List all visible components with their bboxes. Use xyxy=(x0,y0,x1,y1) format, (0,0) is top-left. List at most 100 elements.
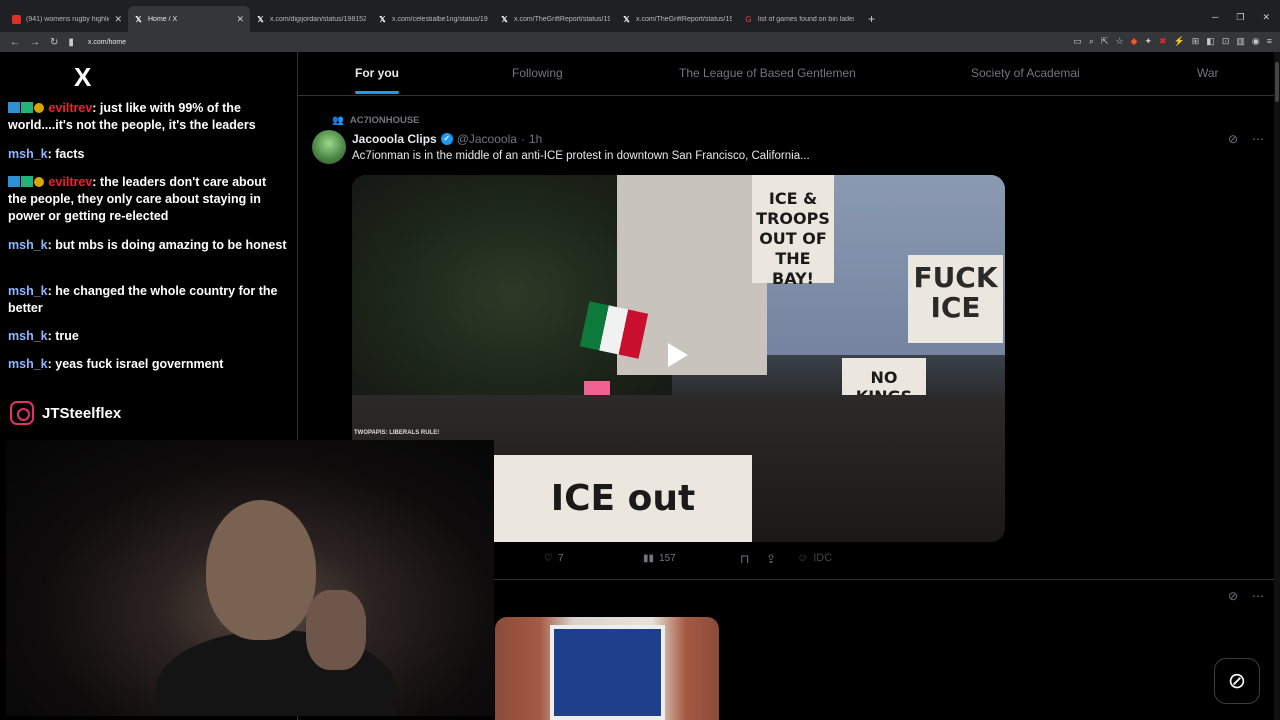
browser-tab-youtube[interactable]: (941) womens rugby highlights - You ✕ xyxy=(6,6,128,32)
x-icon: 𝕏 xyxy=(501,14,508,24)
verified-icon: ✓ xyxy=(440,133,453,145)
views-button[interactable]: ▮▮ 157 xyxy=(643,553,676,564)
chat-message: msh_k: but mbs is doing amazing to be ho… xyxy=(8,237,288,254)
tab-for-you[interactable]: For you xyxy=(355,66,399,94)
browser-tab-x-status[interactable]: 𝕏x.com/TheGriftReport/status/198131 xyxy=(616,6,738,32)
extension-icon[interactable]: ✖ xyxy=(1159,36,1167,47)
x-icon: 𝕏 xyxy=(623,14,630,24)
chat-username: msh_k xyxy=(8,284,48,298)
x-icon: 𝕏 xyxy=(379,14,386,24)
extension-icon[interactable]: ⊡ xyxy=(1222,36,1230,47)
tab-title: x.com/celestialbe1ng/status/198090 xyxy=(392,15,488,23)
reload-icon[interactable]: ↻ xyxy=(50,37,58,48)
maximize-icon[interactable]: ❐ xyxy=(1236,12,1244,23)
like-count: 7 xyxy=(557,553,564,564)
extension-icon[interactable]: ◧ xyxy=(1206,36,1215,47)
instagram-name: JTSteelflex xyxy=(42,404,122,422)
streamer-hand xyxy=(306,590,366,670)
brave-icon[interactable]: ◆ xyxy=(1131,36,1138,47)
reposted-by[interactable]: AC7IONHOUSE xyxy=(350,115,420,126)
view-count: 157 xyxy=(659,553,676,564)
star-icon[interactable]: ☆ xyxy=(1115,36,1123,47)
extensions-bar: ▭ ⌕ ⇱ ☆ ◆ ✦ ✖ ⚡ ⊞ ◧ ⊡ ▥ ◉ ≡ xyxy=(1073,36,1272,47)
sidebar-icon[interactable]: ▥ xyxy=(1236,36,1245,47)
extension-icon[interactable]: ⊞ xyxy=(1192,36,1200,47)
badge-icon xyxy=(21,176,33,187)
share-icon[interactable]: ⇪ xyxy=(766,552,776,566)
protest-banner: ICE out xyxy=(494,455,752,542)
grok-icon[interactable]: ⊘ xyxy=(1228,132,1238,146)
x-logo-icon[interactable]: X xyxy=(74,62,91,93)
close-icon[interactable]: ✕ xyxy=(114,14,122,25)
badge-icon xyxy=(21,102,33,113)
back-icon[interactable]: ← xyxy=(10,37,20,48)
more-icon[interactable]: ⋯ xyxy=(1252,132,1264,146)
more-icon[interactable]: ⋯ xyxy=(1252,589,1264,603)
chat-message: msh_k: yeas fuck israel government xyxy=(8,356,288,373)
browser-tab-google[interactable]: Glist of games found on bin ladens co xyxy=(738,6,860,32)
like-button[interactable]: ♡ 7 xyxy=(544,553,564,564)
post-author: Jacooola Clips ✓ @Jacooola · 1h xyxy=(352,132,542,146)
zoom-icon[interactable]: ⌕ xyxy=(1089,36,1094,47)
dot-separator: · xyxy=(520,132,525,146)
browser-tab-x-status[interactable]: 𝕏x.com/celestialbe1ng/status/198090 xyxy=(372,6,494,32)
chat-text: : the leaders don't care about the peopl… xyxy=(8,175,267,223)
window-controls: ─ ❐ ✕ xyxy=(1212,12,1270,23)
grok-icon[interactable]: ⊘ xyxy=(1228,589,1238,603)
scrollbar-thumb[interactable] xyxy=(1275,62,1279,102)
author-name[interactable]: Jacooola Clips xyxy=(352,132,437,146)
cast-icon[interactable]: ▭ xyxy=(1073,36,1082,47)
tab-title: list of games found on bin ladens co xyxy=(758,15,854,23)
tab-following[interactable]: Following xyxy=(512,66,563,80)
profile-icon[interactable]: ◉ xyxy=(1252,36,1260,47)
forward-icon[interactable]: → xyxy=(30,37,40,48)
extension-icon[interactable]: ✦ xyxy=(1144,36,1152,47)
chat-message: eviltrev: just like with 99% of the worl… xyxy=(8,100,288,134)
chat-username: msh_k xyxy=(8,329,48,343)
extension-icon[interactable]: ⚡ xyxy=(1174,36,1185,47)
grok-icon: ⊘ xyxy=(1227,668,1247,693)
play-icon[interactable] xyxy=(668,343,688,367)
chat-username: msh_k xyxy=(8,147,48,161)
post-text[interactable]: Ac7ionman is in the middle of an anti-IC… xyxy=(352,150,810,162)
close-window-icon[interactable]: ✕ xyxy=(1262,12,1270,23)
minimize-icon[interactable]: ─ xyxy=(1212,12,1218,23)
post-top-actions: ⊘ ⋯ xyxy=(1228,589,1264,603)
chat-text: : he changed the whole country for the b… xyxy=(8,284,278,315)
chat-message: eviltrev: the leaders don't care about t… xyxy=(8,174,288,225)
heart-icon: ♡ xyxy=(544,553,553,564)
streamer-head xyxy=(206,500,316,640)
chat-username: eviltrev xyxy=(48,101,93,115)
url-field[interactable]: x.com/home xyxy=(88,39,126,46)
bookmark-icon[interactable]: ▮ xyxy=(68,37,74,48)
avatar[interactable] xyxy=(312,130,346,164)
browser-tab-x-home[interactable]: 𝕏 Home / X ✕ xyxy=(128,6,250,32)
feed-tabs: For you Following The League of Based Ge… xyxy=(298,52,1280,96)
chat-text: : but mbs is doing amazing to be honest xyxy=(47,238,287,252)
new-tab-button[interactable]: + xyxy=(868,12,875,26)
share-icon[interactable]: ⇱ xyxy=(1101,36,1109,47)
menu-icon[interactable]: ≡ xyxy=(1267,36,1272,47)
chat-text: : true xyxy=(47,329,79,343)
browser-tab-x-status[interactable]: 𝕏x.com/TheGriftReport/status/198131 xyxy=(494,6,616,32)
chat-text: : just like with 99% of the world....it'… xyxy=(8,101,256,132)
chat-text: : yeas fuck israel government xyxy=(47,357,224,371)
bookmark-icon[interactable]: ⊓ xyxy=(740,552,749,566)
browser-tab-x-status[interactable]: 𝕏x.com/digijordan/status/1981523310 xyxy=(250,6,372,32)
scrollbar[interactable] xyxy=(1274,52,1280,720)
grok-button[interactable]: ⊘ xyxy=(1214,658,1260,704)
tab-war[interactable]: War xyxy=(1197,66,1219,80)
idc-label: IDC xyxy=(813,552,833,564)
post-top-actions: ⊘ ⋯ xyxy=(1228,132,1264,146)
close-icon[interactable]: ✕ xyxy=(236,14,244,25)
repost-indicator: 👥 AC7IONHOUSE xyxy=(332,115,420,126)
author-handle[interactable]: @Jacooola xyxy=(457,132,517,146)
post-time[interactable]: 1h xyxy=(529,132,542,146)
tab-league-of-based-gentlemen[interactable]: The League of Based Gentlemen xyxy=(679,66,856,80)
post-image[interactable] xyxy=(495,617,719,720)
instagram-icon xyxy=(10,401,34,425)
idc-link[interactable]: ☺ IDC xyxy=(797,552,832,564)
tab-title: (941) womens rugby highlights - You xyxy=(26,15,109,23)
tab-society-of-academai[interactable]: Society of Academai xyxy=(971,66,1080,80)
blue-door xyxy=(550,625,665,720)
